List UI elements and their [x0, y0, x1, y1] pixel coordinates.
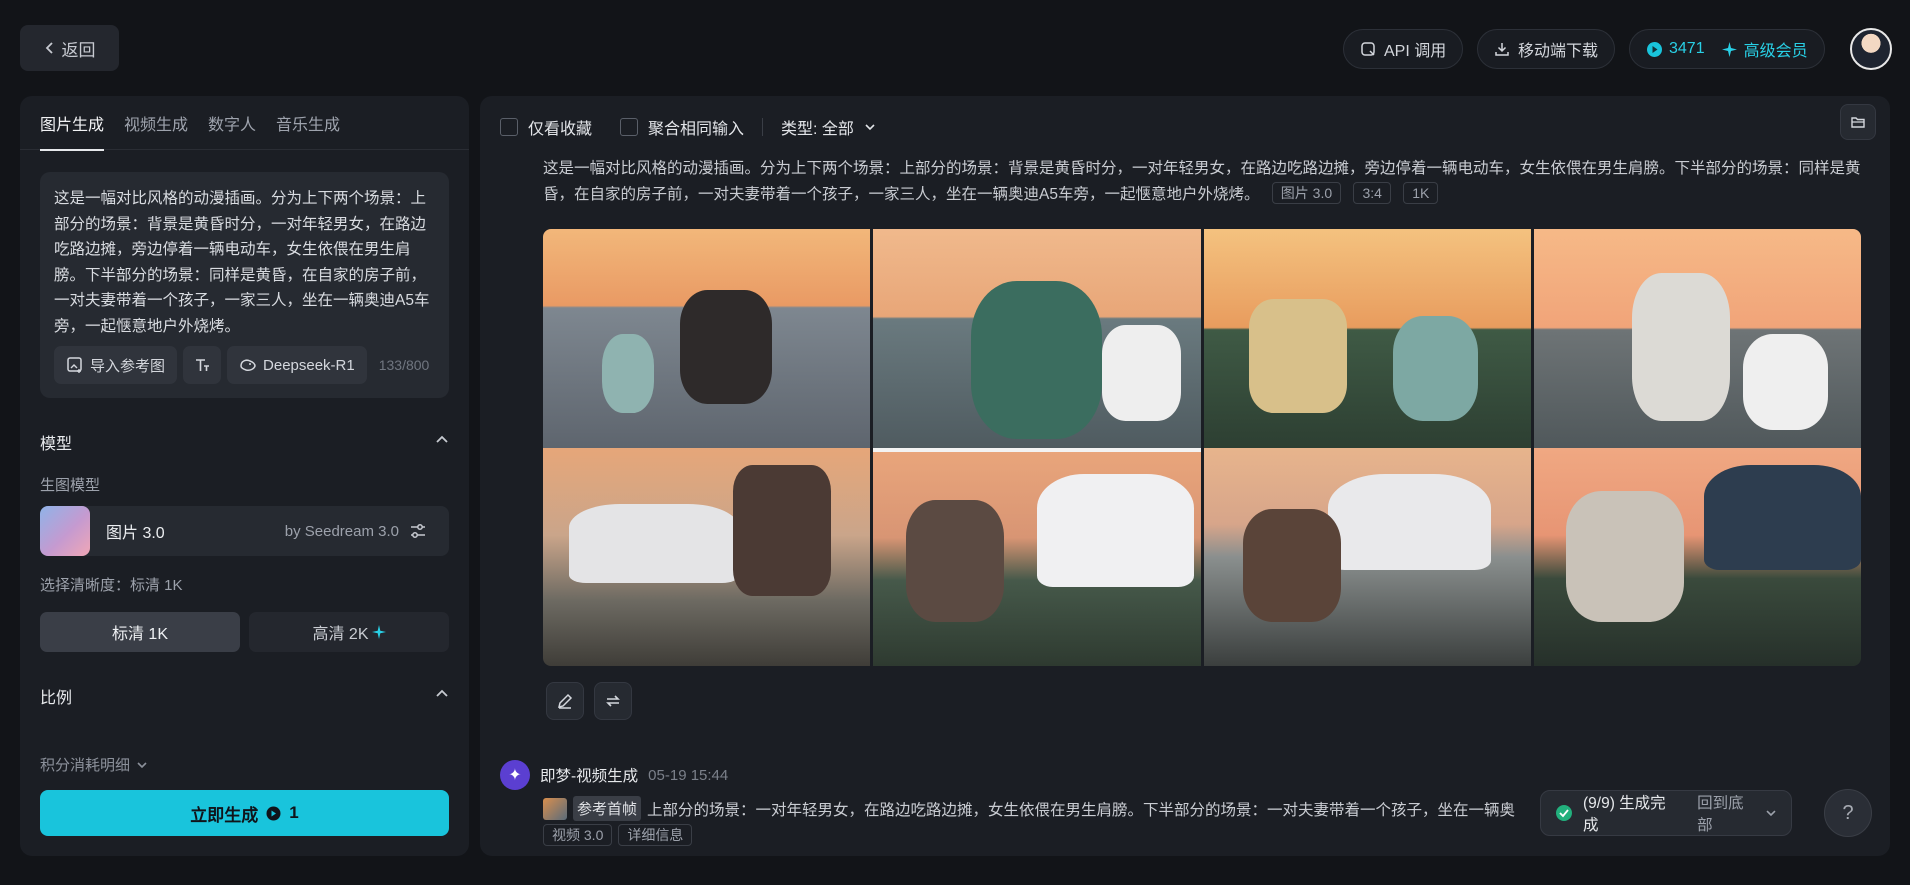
resolution-1k-button[interactable]: 标清 1K: [40, 612, 240, 652]
download-icon: [1495, 43, 1509, 56]
settings-sliders-icon[interactable]: [409, 522, 427, 540]
resolution-1k-label: 标清 1K: [111, 626, 169, 643]
cost-detail-toggle[interactable]: 积分消耗明细: [40, 754, 148, 775]
folder-button[interactable]: [1840, 104, 1876, 140]
vip-label: 高级会员: [1743, 43, 1808, 60]
credits-vip-pill[interactable]: 3471 高级会员: [1629, 29, 1825, 69]
generation-prompt-text: 这是一幅对比风格的动漫插画。分为上下两个场景：上部分的场景：背景是黄昏时分，一对…: [543, 160, 1861, 203]
back-to-bottom-button[interactable]: 回到底部: [1697, 791, 1777, 835]
generated-image-3[interactable]: [1203, 229, 1531, 666]
model-sublabel: 生图模型: [40, 477, 101, 494]
generation-prompt: 这是一幅对比风格的动漫插画。分为上下两个场景：上部分的场景：背景是黄昏时分，一对…: [543, 156, 1873, 208]
generate-cost: 1: [289, 803, 299, 822]
api-icon: [1361, 42, 1375, 56]
text-icon: [196, 359, 210, 371]
model-section-title: 模型: [40, 436, 73, 453]
credit-coin-icon: [1647, 41, 1662, 57]
generated-image-2[interactable]: [873, 229, 1201, 666]
favorites-label: 仅看收藏: [528, 121, 593, 138]
download-label: 移动端下载: [1518, 43, 1599, 60]
group-checkbox[interactable]: [620, 118, 639, 136]
generated-image-4[interactable]: [1533, 229, 1861, 666]
video-entry-time: 05-19 15:44: [648, 766, 729, 784]
generate-button[interactable]: 立即生成 1: [40, 790, 449, 836]
resolution-label: 选择清晰度：标清 1K: [40, 577, 183, 594]
reference-frame-thumbnail[interactable]: [543, 797, 567, 820]
user-avatar[interactable]: [1850, 28, 1892, 70]
import-reference-label: 导入参考图: [90, 357, 166, 375]
chevron-up-icon[interactable]: [435, 432, 449, 446]
chevron-down-icon[interactable]: [864, 121, 876, 133]
chevron-down-icon: [137, 761, 147, 768]
chevron-up-icon[interactable]: [435, 686, 449, 700]
image-grid[interactable]: [543, 229, 1861, 666]
chevron-down-icon: [1766, 810, 1776, 817]
resolution-2k-button[interactable]: 高清 2K: [249, 612, 449, 652]
main-panel: 仅看收藏 聚合相同输入 类型: 全部 这是一幅对比风格的动漫插画。分为上下两个场…: [480, 96, 1890, 856]
video-tags: 视频 3.0 详细信息: [543, 824, 693, 846]
tab-video-generation[interactable]: 视频生成: [124, 96, 188, 150]
generate-label: 立即生成: [190, 805, 259, 825]
sparkle-icon: [1721, 41, 1737, 57]
prompt-input[interactable]: 这是一幅对比风格的动漫插画。分为上下两个场景：上部分的场景：背景是黄昏时分，一对…: [40, 172, 449, 398]
mobile-download-button[interactable]: 移动端下载: [1477, 29, 1616, 69]
image-add-icon: [67, 357, 82, 373]
edit-button[interactable]: [546, 682, 584, 720]
pencil-icon: [557, 693, 573, 709]
chevron-left-icon: [45, 42, 53, 54]
api-label: API 调用: [1384, 43, 1447, 60]
sparkle-icon: [371, 625, 386, 639]
deepseek-whale-icon: [240, 359, 256, 371]
credit-coin-icon: [266, 806, 281, 820]
filter-bar: 仅看收藏 聚合相同输入 类型: 全部: [500, 110, 876, 144]
api-button[interactable]: API 调用: [1343, 29, 1464, 69]
video-entry-title: 即梦-视频生成: [540, 768, 639, 785]
video-entry-header: ✦ 即梦-视频生成 05-19 15:44: [500, 760, 728, 790]
details-tag[interactable]: 详细信息: [618, 824, 693, 846]
favorites-checkbox[interactable]: [500, 118, 518, 136]
mode-tabs: 图片生成 视频生成 数字人 音乐生成: [20, 96, 469, 151]
char-counter: 133/800: [378, 357, 430, 373]
resolution-tag: 1K: [1403, 182, 1439, 204]
tab-music-generation[interactable]: 音乐生成: [276, 96, 340, 150]
left-panel: 图片生成 视频生成 数字人 音乐生成 这是一幅对比风格的动漫插画。分为上下两个场…: [20, 96, 469, 856]
deepseek-button[interactable]: Deepseek-R1: [227, 346, 367, 384]
video-prompt-text: 上部分的场景：一对年轻男女，在路边吃路边摊，女生依偎在男生肩膀。下半部分的场景：…: [647, 801, 1516, 819]
model-name: 图片 3.0: [106, 525, 165, 542]
ratio-section-title: 比例: [40, 690, 73, 707]
generation-status-toast: (9/9) 生成完成 回到底部: [1540, 790, 1792, 836]
back-to-bottom-label: 回到底部: [1697, 795, 1744, 834]
dreamina-logo-icon: ✦: [500, 760, 530, 790]
resolution-2k-label: 高清 2K: [312, 626, 369, 643]
import-reference-button[interactable]: 导入参考图: [54, 346, 178, 384]
tab-image-generation[interactable]: 图片生成: [40, 96, 105, 151]
video-model-tag: 视频 3.0: [543, 824, 613, 846]
type-filter-dropdown[interactable]: 类型: 全部: [781, 115, 854, 139]
help-button[interactable]: ?: [1824, 789, 1872, 837]
back-button[interactable]: 返回: [20, 25, 119, 71]
text-format-button[interactable]: [183, 346, 222, 384]
group-label: 聚合相同输入: [648, 121, 745, 138]
question-icon: ?: [1842, 801, 1854, 824]
generated-image-1[interactable]: [543, 229, 871, 666]
back-label: 返回: [61, 40, 96, 60]
cost-detail-label: 积分消耗明细: [40, 757, 131, 774]
model-thumbnail: [40, 506, 90, 556]
credits-count: 3471: [1669, 40, 1705, 57]
deepseek-label: Deepseek-R1: [263, 356, 355, 374]
tab-digital-human[interactable]: 数字人: [208, 96, 256, 150]
refresh-icon: [606, 695, 620, 707]
check-circle-icon: [1555, 805, 1572, 821]
video-entry-prompt: 参考首帧 上部分的场景：一对年轻男女，在路边吃路边摊，女生依偎在男生肩膀。下半部…: [543, 796, 1515, 821]
regenerate-button[interactable]: [594, 682, 632, 720]
ratio-tag: 3:4: [1353, 182, 1391, 204]
generation-status-text: (9/9) 生成完成: [1582, 795, 1666, 834]
prompt-text[interactable]: 这是一幅对比风格的动漫插画。分为上下两个场景：上部分的场景：背景是黄昏时分，一对…: [54, 186, 435, 339]
folder-icon: [1851, 117, 1865, 128]
model-provider: by Seedream 3.0: [284, 522, 399, 540]
reference-frame-label: 参考首帧: [573, 796, 642, 821]
model-selector[interactable]: 图片 3.0 by Seedream 3.0: [40, 506, 449, 556]
divider: [762, 118, 764, 136]
model-tag: 图片 3.0: [1271, 182, 1342, 204]
